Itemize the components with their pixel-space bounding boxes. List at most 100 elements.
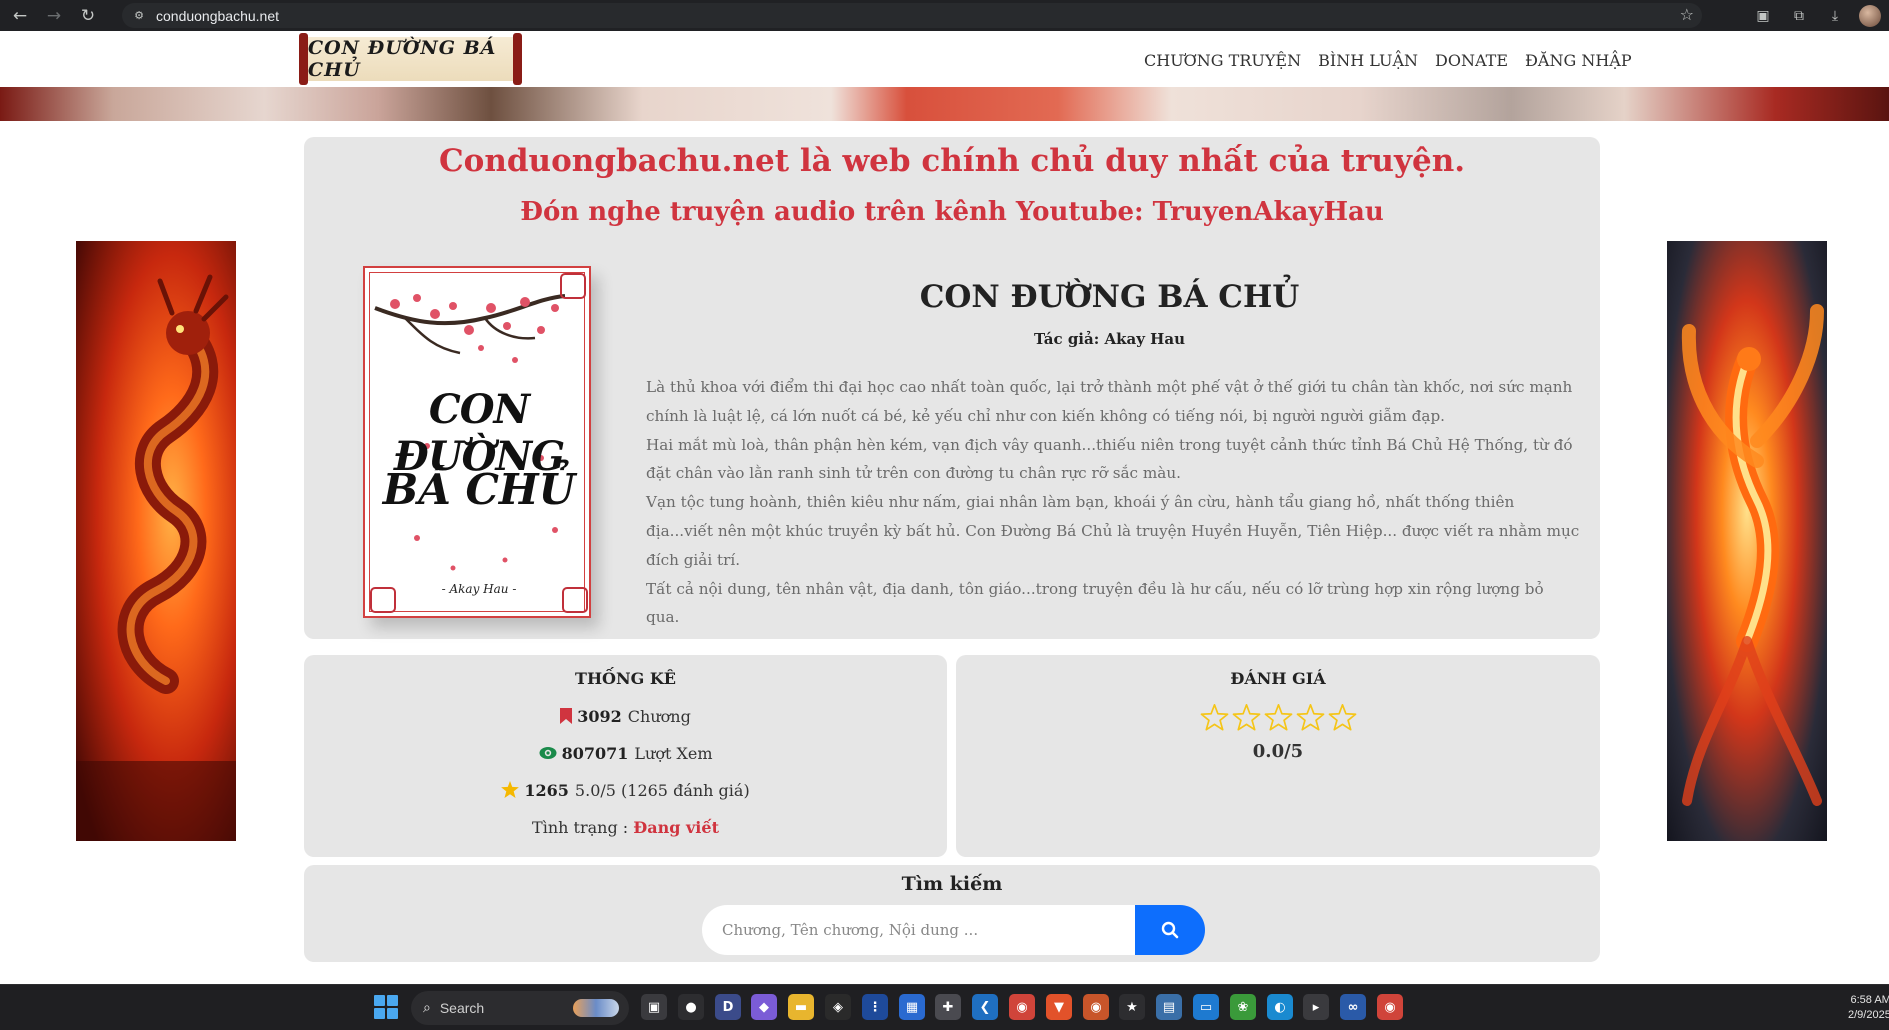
taskbar-search-label: Search xyxy=(439,1000,485,1016)
description-paragraph: Là thủ khoa với điểm thi đại học cao nhấ… xyxy=(646,378,1573,425)
search-card: Tìm kiếm xyxy=(304,865,1600,962)
chapters-stat: 3092 Chương xyxy=(304,707,947,726)
reload-icon[interactable]: ↻ xyxy=(74,2,102,30)
back-icon[interactable]: ← xyxy=(6,2,34,30)
main-nav: CHƯƠNG TRUYỆN BÌNH LUẬN DONATE ĐĂNG NHẬP xyxy=(1144,51,1632,70)
author-name: Akay Hau xyxy=(1104,330,1185,348)
search-title: Tìm kiếm xyxy=(901,873,1003,895)
stats-card: THỐNG KÊ 3092 Chương 807071 Lượt Xem 1265 5… xyxy=(304,655,947,857)
spring-icon[interactable]: ❀ xyxy=(1230,994,1256,1020)
profile-avatar[interactable] xyxy=(1859,4,1881,27)
url-text[interactable]: conduongbachu.net xyxy=(156,8,279,24)
forward-icon[interactable]: → xyxy=(40,2,68,30)
browser-actions: ▣ ⧉ ⤓ xyxy=(1745,0,1889,31)
search-icon: ⌕ xyxy=(423,1000,431,1016)
window-app-icon[interactable]: ▭ xyxy=(1193,994,1219,1020)
description-paragraph: Hai mắt mù loà, thân phận hèn kém, vạn đ… xyxy=(646,435,1573,483)
author-label: Tác giả: xyxy=(1034,330,1105,348)
browser-toolbar: ← → ↻ ⚙ conduongbachu.net ☆ ▣ ⧉ ⤓ xyxy=(0,0,1889,31)
store-icon[interactable]: ▦ xyxy=(899,994,925,1020)
terminal-icon[interactable]: ▸ xyxy=(1303,994,1329,1020)
status-value: Đang viết xyxy=(633,818,719,837)
windows-taskbar: ⌕ Search ▣ ● D ◆ ▬ ◈ ⋮ ▦ ✚ ❮ ◉ ▼ ◉ ★ ▤ ▭ ❀ ◐ ▸ ∞ ◉ 6:58 AM 2… xyxy=(0,984,1889,1030)
star-app-icon[interactable]: ★ xyxy=(1119,994,1145,1020)
folder-icon[interactable]: ▬ xyxy=(788,994,814,1020)
taskbar-search[interactable]: ⌕ Search xyxy=(411,991,629,1025)
youtube-notice: Đón nghe truyện audio trên kênh Youtube:… xyxy=(520,197,1384,227)
search-highlight-icon xyxy=(573,999,619,1017)
chapters-label: Chương xyxy=(627,707,691,726)
book-cover: CON ĐƯỜNG BÁ CHỦ - Akay Hau - xyxy=(363,266,591,618)
rating-card: ĐÁNH GIÁ 0.0/5 xyxy=(956,655,1600,857)
task-view-icon[interactable]: ▣ xyxy=(641,994,667,1020)
logo-text: CON ĐƯỜNG BÁ CHỦ xyxy=(308,37,497,81)
address-bar[interactable]: ⚙ conduongbachu.net ☆ xyxy=(122,3,1702,28)
book-author: Tác giả: Akay Hau xyxy=(854,330,1365,348)
status-label: Tình trạng : xyxy=(532,818,634,837)
rating-star-5[interactable] xyxy=(1328,703,1357,732)
description-paragraph: Vạn tộc tung hoành, thiên kiêu như nấm, … xyxy=(646,493,1580,569)
site-logo[interactable]: CON ĐƯỜNG BÁ CHỦ xyxy=(299,33,522,85)
site-info-icon[interactable]: ⚙ xyxy=(132,9,146,23)
header-banner-image xyxy=(0,87,1889,121)
github-icon[interactable]: ● xyxy=(678,994,704,1020)
official-site-notice: Conduongbachu.net là web chính chủ duy n… xyxy=(438,143,1466,179)
rating-score: 0.0/5 xyxy=(1252,741,1304,762)
photos-icon[interactable]: ▤ xyxy=(1156,994,1182,1020)
search-icon xyxy=(1161,921,1179,939)
vscode-icon[interactable]: ❮ xyxy=(972,994,998,1020)
eye-icon xyxy=(539,747,556,759)
extension-app-icon[interactable]: ▣ xyxy=(1752,5,1774,27)
bookmark-star-icon[interactable]: ☆ xyxy=(1680,5,1694,24)
system-clock[interactable]: 6:58 AM 2/9/2025 xyxy=(1848,993,1889,1023)
brave-icon[interactable]: ▼ xyxy=(1046,994,1072,1020)
copilot-icon[interactable]: ◆ xyxy=(751,994,777,1020)
cover-title-line-2: BÁ CHỦ xyxy=(382,465,576,514)
book-description: Là thủ khoa với điểm thi đại học cao nhấ… xyxy=(646,373,1581,632)
rating-star-4[interactable] xyxy=(1296,703,1325,732)
star-icon xyxy=(501,781,520,798)
dev-icon[interactable]: D xyxy=(715,994,741,1020)
edge-icon[interactable]: ◐ xyxy=(1267,994,1293,1020)
nav-chapters[interactable]: CHƯƠNG TRUYỆN xyxy=(1144,51,1301,70)
phoenix-art-banner xyxy=(1667,241,1827,841)
nav-comments[interactable]: BÌNH LUẬN xyxy=(1318,51,1418,70)
chrome-profile-icon[interactable]: ◉ xyxy=(1377,994,1403,1020)
nav-donate[interactable]: DONATE xyxy=(1435,51,1508,70)
rating-title: ĐÁNH GIÁ xyxy=(1230,669,1326,688)
windows-start-icon[interactable] xyxy=(374,995,398,1019)
status-stat: Tình trạng : Đang viết xyxy=(304,818,947,837)
rating-star-1[interactable] xyxy=(1200,703,1229,732)
dragon-art-banner xyxy=(76,241,236,841)
views-stat: 807071 Lượt Xem xyxy=(304,744,947,763)
chrome-icon[interactable]: ◉ xyxy=(1009,994,1035,1020)
cover-author: - Akay Hau - xyxy=(441,582,517,596)
clock-date: 2/9/2025 xyxy=(1848,1009,1889,1021)
description-paragraph: Tất cả nội dung, tên nhân vật, địa danh,… xyxy=(646,579,1544,627)
clock-time: 6:58 AM xyxy=(1850,994,1889,1006)
stats-title: THỐNG KÊ xyxy=(575,669,676,688)
extensions-icon[interactable]: ⧉ xyxy=(1788,5,1810,27)
download-icon[interactable]: ⤓ xyxy=(1824,5,1846,27)
search-button[interactable] xyxy=(1135,905,1205,955)
app-grid-icon[interactable]: ⋮ xyxy=(862,994,888,1020)
phoenix-illustration xyxy=(1681,304,1824,806)
nav-login[interactable]: ĐĂNG NHẬP xyxy=(1525,51,1632,70)
chrome-alt-icon[interactable]: ◉ xyxy=(1083,994,1109,1020)
story-info-panel: Conduongbachu.net là web chính chủ duy n… xyxy=(304,137,1600,639)
rating-star-3[interactable] xyxy=(1264,703,1293,732)
ratings-summary: 5.0/5 (1265 đánh giá) xyxy=(574,781,750,800)
views-label: Lượt Xem xyxy=(634,744,713,763)
star-rating-input xyxy=(956,703,1600,732)
views-count: 807071 xyxy=(561,744,629,763)
binance-icon[interactable]: ◈ xyxy=(825,994,851,1020)
puzzle-icon[interactable]: ✚ xyxy=(935,994,961,1020)
ratings-count: 1265 xyxy=(524,781,569,800)
ratings-stat: 1265 5.0/5 (1265 đánh giá) xyxy=(304,781,947,800)
vs-icon[interactable]: ∞ xyxy=(1340,994,1366,1020)
site-header: CON ĐƯỜNG BÁ CHỦ CHƯƠNG TRUYỆN BÌNH LUẬN… xyxy=(0,31,1889,121)
search-input[interactable] xyxy=(702,905,1139,955)
chapters-count: 3092 xyxy=(577,707,622,726)
book-title: CON ĐƯỜNG BÁ CHỦ xyxy=(919,279,1300,315)
rating-star-2[interactable] xyxy=(1232,703,1261,732)
